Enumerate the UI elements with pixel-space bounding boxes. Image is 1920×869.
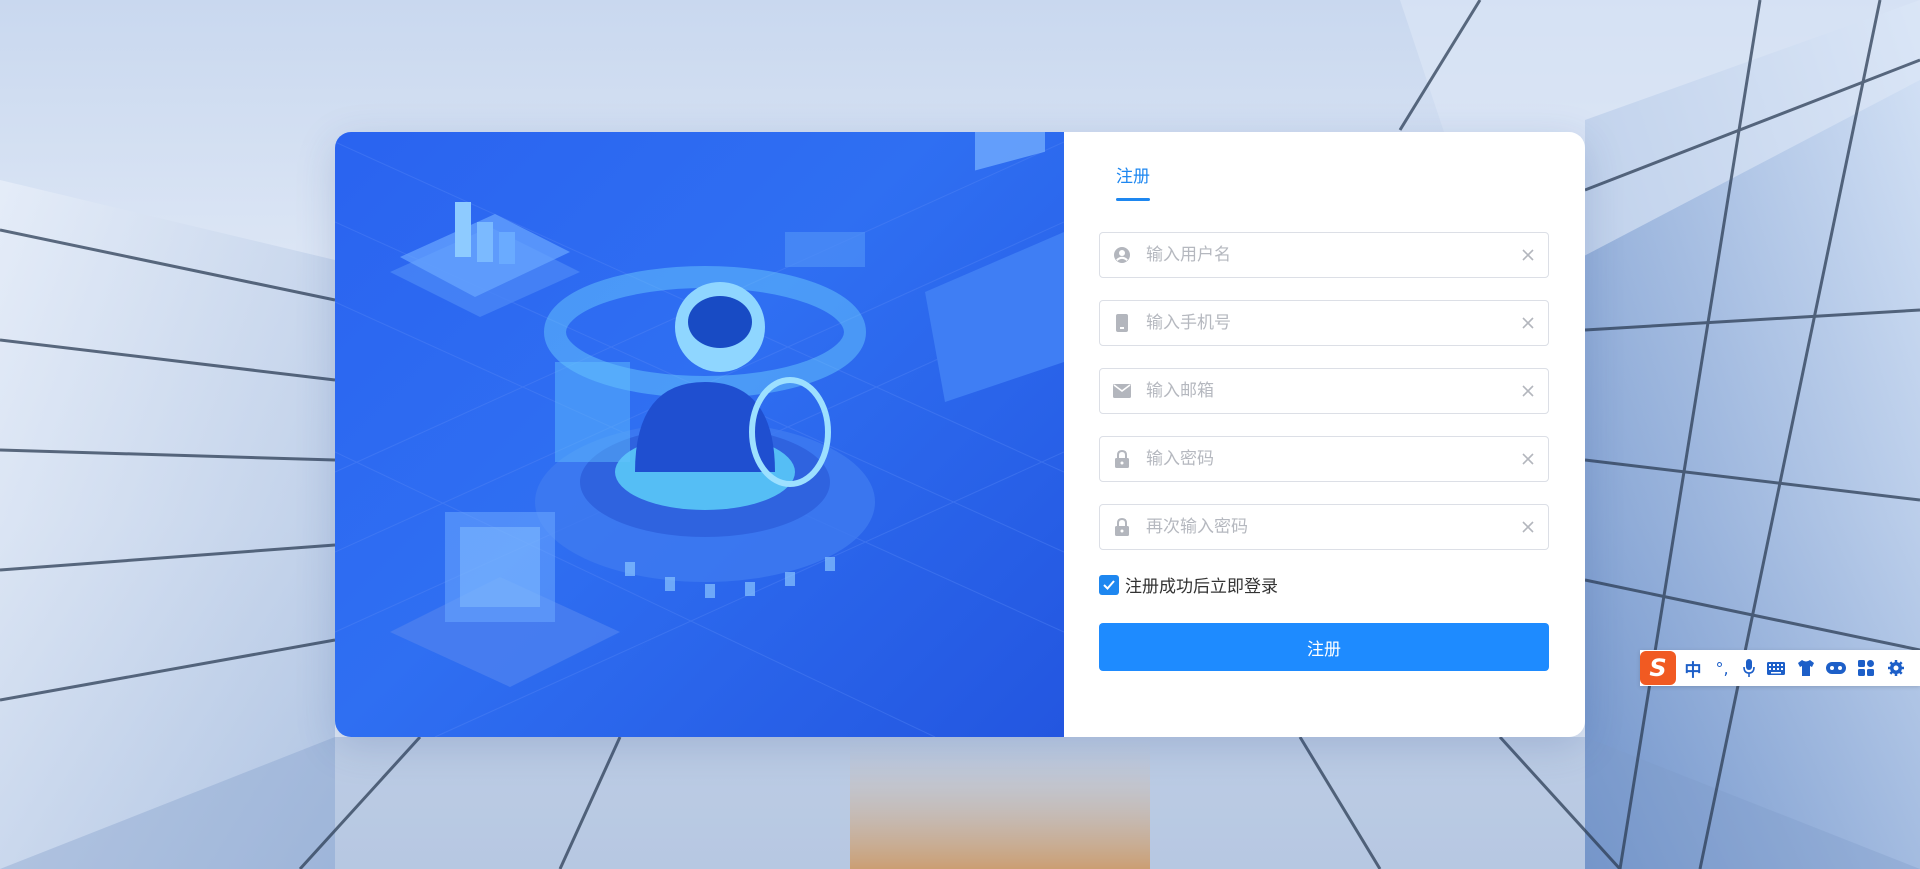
register-form-panel: 注册 输入用户名 输入手机号 输入邮箱 注册成功后立即登录 注册: [1064, 132, 1585, 737]
checkmark-icon: [1103, 579, 1115, 590]
clear-icon[interactable]: [1508, 521, 1548, 533]
phone-input[interactable]: [1144, 300, 1508, 346]
email-field: [1099, 368, 1549, 414]
register-form: 注册成功后立即登录 注册: [1099, 232, 1549, 671]
user-icon: [1100, 246, 1144, 264]
keyboard-icon[interactable]: [1766, 661, 1786, 675]
password-input[interactable]: [1144, 436, 1508, 482]
ime-punct-toggle[interactable]: °,: [1712, 659, 1732, 678]
username-field: [1099, 232, 1549, 278]
register-button[interactable]: 注册: [1099, 623, 1549, 671]
username-input[interactable]: [1144, 232, 1508, 278]
confirm-password-input[interactable]: [1144, 504, 1508, 550]
apps-icon[interactable]: [1856, 660, 1876, 676]
gamepad-icon[interactable]: [1826, 661, 1846, 675]
mail-icon: [1100, 384, 1144, 398]
illustration-panel: [335, 132, 1064, 737]
sogou-logo[interactable]: S: [1640, 651, 1676, 685]
register-card: 注册 输入用户名 输入手机号 输入邮箱 注册成功后立即登录 注册: [335, 132, 1585, 737]
confirm-password-field: [1099, 504, 1549, 550]
phone-field: [1099, 300, 1549, 346]
astronaut-network-illustration: [335, 132, 1064, 737]
email-input[interactable]: [1144, 368, 1508, 414]
tab-bar: 注册: [1116, 162, 1150, 201]
password-field: [1099, 436, 1549, 482]
settings-icon[interactable]: [1886, 660, 1906, 676]
clear-icon[interactable]: [1508, 249, 1548, 261]
clear-icon[interactable]: [1508, 317, 1548, 329]
lock-icon: [1100, 518, 1144, 536]
phone-icon: [1100, 314, 1144, 332]
shirt-icon[interactable]: [1796, 660, 1816, 676]
auto-login-checkbox-row[interactable]: 注册成功后立即登录: [1099, 572, 1549, 597]
mic-icon[interactable]: [1742, 659, 1756, 677]
clear-icon[interactable]: [1508, 453, 1548, 465]
ime-toolbar[interactable]: S 中 °,: [1640, 650, 1920, 686]
auto-login-checkbox[interactable]: [1099, 574, 1119, 595]
tab-register[interactable]: 注册: [1116, 162, 1150, 201]
clear-icon[interactable]: [1508, 385, 1548, 397]
auto-login-label: 注册成功后立即登录: [1125, 577, 1278, 597]
lock-icon: [1100, 450, 1144, 468]
ime-mode-toggle[interactable]: 中: [1684, 656, 1702, 681]
